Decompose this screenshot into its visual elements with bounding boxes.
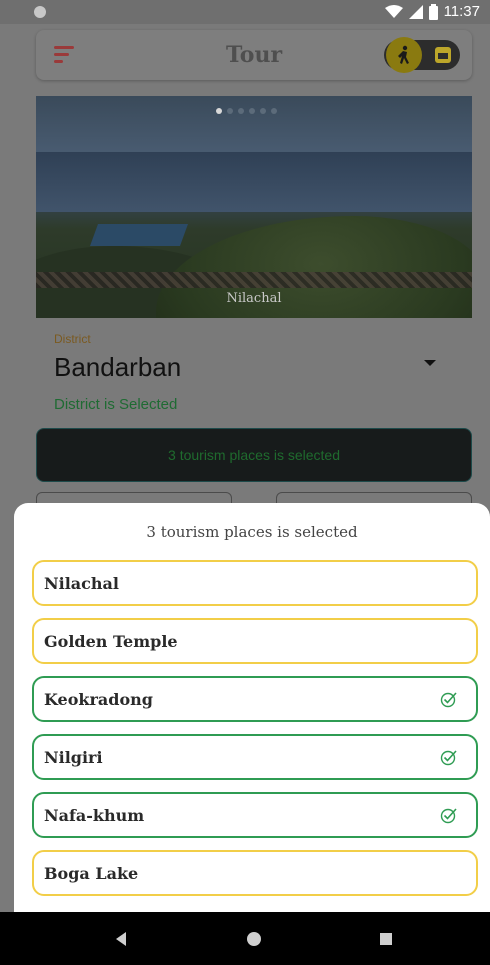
status-bar: 11:37 bbox=[0, 0, 490, 24]
battery-icon bbox=[428, 3, 438, 20]
status-icons: 11:37 bbox=[384, 3, 480, 20]
places-bottom-sheet: 3 tourism places is selected Nilachal Go… bbox=[14, 503, 490, 912]
selected-places-label: 3 tourism places is selected bbox=[168, 447, 340, 463]
calendar-icon bbox=[435, 47, 451, 63]
place-image-carousel[interactable]: Nilachal bbox=[36, 96, 472, 318]
district-dropdown[interactable]: Bandarban bbox=[54, 352, 181, 383]
recents-icon[interactable] bbox=[380, 933, 392, 945]
place-name: Nilgiri bbox=[44, 747, 103, 767]
place-item-nafa-khum[interactable]: Nafa-khum bbox=[32, 792, 478, 838]
status-time: 11:37 bbox=[443, 3, 480, 20]
mode-toggle[interactable] bbox=[384, 37, 460, 73]
district-status: District is Selected bbox=[54, 396, 178, 413]
place-name: Boga Lake bbox=[44, 863, 139, 883]
place-name: Nafa-khum bbox=[44, 805, 145, 825]
notification-dot-icon bbox=[34, 6, 46, 18]
carousel-indicator bbox=[216, 108, 277, 114]
check-circle-icon bbox=[440, 808, 457, 824]
sheet-title: 3 tourism places is selected bbox=[146, 523, 358, 541]
place-name: Keokradong bbox=[44, 689, 153, 709]
system-nav-bar bbox=[0, 912, 490, 965]
signal-icon bbox=[408, 4, 423, 19]
place-item-keokradong[interactable]: Keokradong bbox=[32, 676, 478, 722]
place-item-golden-temple[interactable]: Golden Temple bbox=[32, 618, 478, 664]
carousel-caption: Nilachal bbox=[226, 291, 282, 306]
wifi-icon bbox=[384, 4, 403, 18]
check-circle-icon bbox=[440, 750, 457, 766]
home-icon[interactable] bbox=[247, 932, 261, 946]
district-label: District bbox=[54, 332, 91, 346]
walking-icon bbox=[386, 37, 422, 73]
place-name: Nilachal bbox=[44, 573, 119, 593]
check-circle-icon bbox=[440, 692, 457, 708]
selected-places-button[interactable]: 3 tourism places is selected bbox=[36, 428, 472, 482]
dropdown-arrow-icon[interactable] bbox=[424, 360, 436, 366]
place-name: Golden Temple bbox=[44, 631, 178, 651]
app-bar: Tour bbox=[36, 30, 472, 80]
place-item-nilgiri[interactable]: Nilgiri bbox=[32, 734, 478, 780]
back-icon[interactable] bbox=[116, 932, 126, 946]
place-item-boga-lake[interactable]: Boga Lake bbox=[32, 850, 478, 896]
place-item-nilachal[interactable]: Nilachal bbox=[32, 560, 478, 606]
